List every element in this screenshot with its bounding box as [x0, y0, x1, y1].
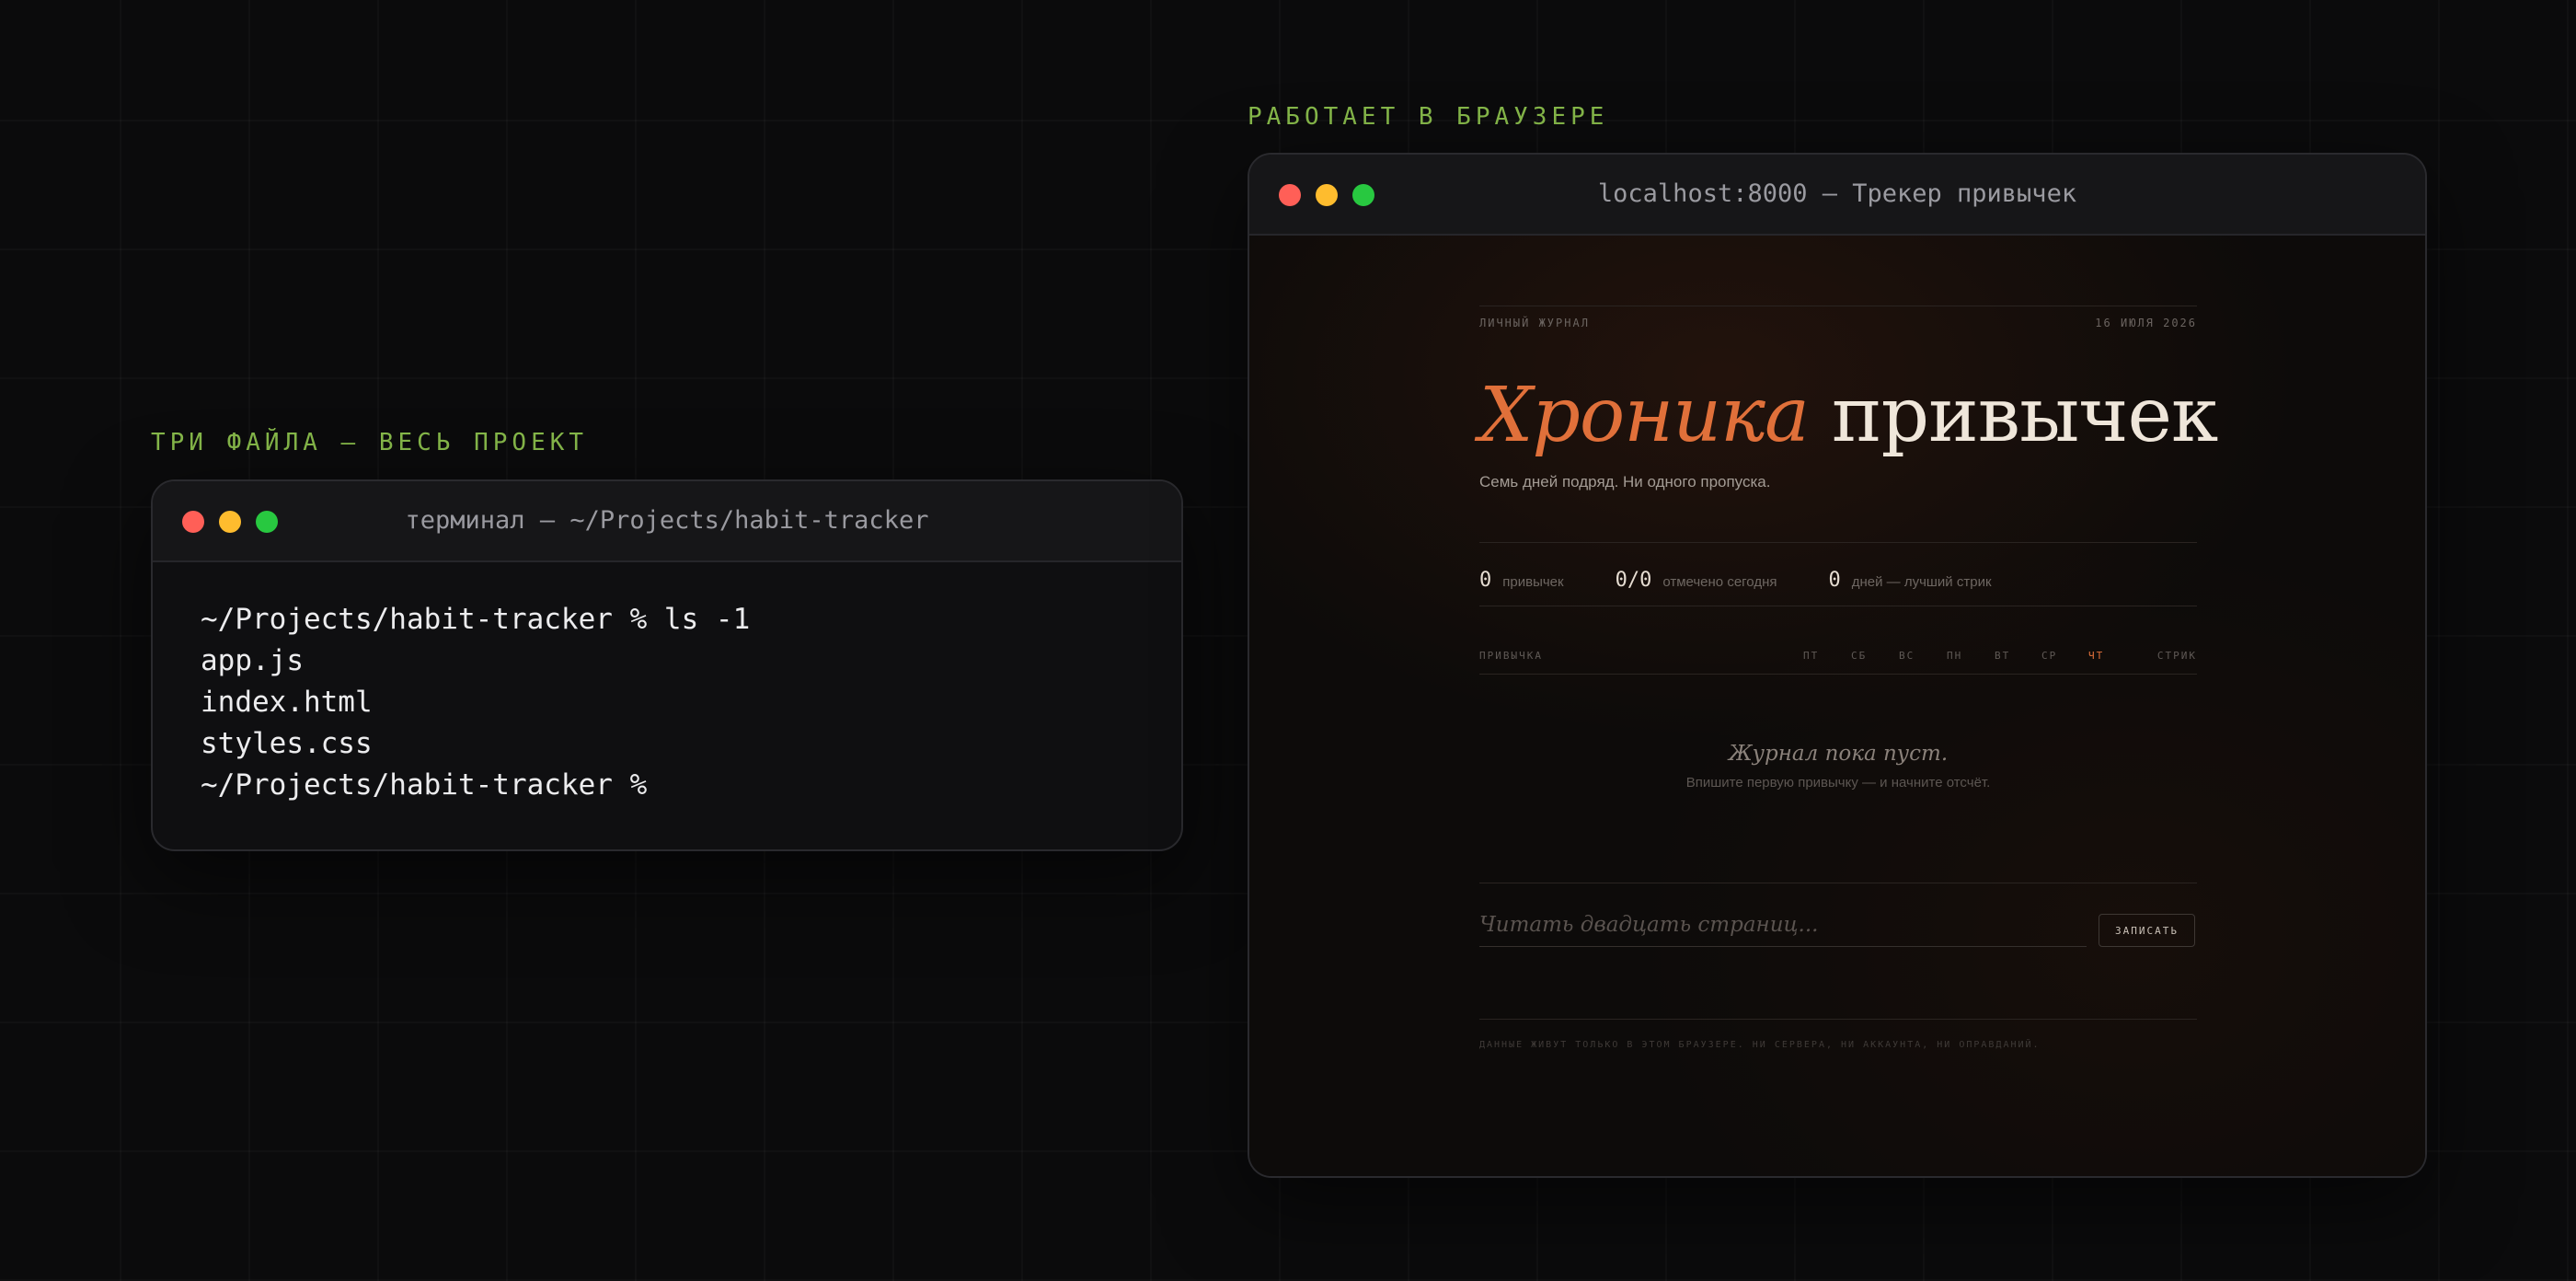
- stat-habits-count: 0 привычек: [1479, 569, 1564, 592]
- terminal-output-line: app.js: [201, 644, 304, 677]
- page-title-rest: привычек: [1832, 372, 2218, 459]
- footer-note: ДАННЫЕ ЖИВУТ ТОЛЬКО В ЭТОМ БРАУЗЕРЕ. НИ …: [1479, 1040, 2041, 1050]
- habit-tracker-page: ЛИЧНЫЙ ЖУРНАЛ 16 ИЮЛЯ 2026 Хроника привы…: [1249, 236, 2425, 1176]
- current-date: 16 ИЮЛЯ 2026: [2095, 317, 2197, 329]
- browser-window: localhost:8000 — Трекер привычек ЛИЧНЫЙ …: [1248, 153, 2427, 1178]
- column-header-day: СБ: [1851, 650, 1868, 662]
- stat-best-streak: 0 дней — лучший стрик: [1828, 569, 1991, 592]
- browser-section-label: РАБОТАЕТ В БРАУЗЕРЕ: [1248, 103, 1609, 131]
- browser-titlebar[interactable]: localhost:8000 — Трекер привычек: [1249, 155, 2425, 236]
- empty-state-subtitle: Впишите первую привычку — и начните отсч…: [1685, 775, 1991, 791]
- empty-state-title: Журнал пока пуст.: [1728, 742, 1949, 766]
- journal-kicker: ЛИЧНЫЙ ЖУРНАЛ: [1479, 317, 1590, 329]
- terminal-section-label: ТРИ ФАЙЛА — ВЕСЬ ПРОЕКТ: [151, 429, 589, 456]
- habit-table-header: ПРИВЫЧКА ПТ СБ ВС ПН ВТ СР ЧТ СТРИК: [1479, 650, 2197, 668]
- stats-top-divider: [1479, 542, 2197, 543]
- column-header-streak: СТРИК: [2156, 650, 2197, 662]
- column-header-today: ЧТ: [2088, 650, 2105, 662]
- terminal-title: терминал — ~/Projects/habit-tracker: [405, 506, 929, 535]
- terminal-prompt-line: ~/Projects/habit-tracker %: [201, 768, 648, 802]
- column-header-day: ВТ: [1995, 650, 2011, 662]
- column-header-day: ВС: [1899, 650, 1915, 662]
- table-header-divider: [1479, 674, 2197, 675]
- terminal-titlebar[interactable]: терминал — ~/Projects/habit-tracker: [153, 481, 1181, 562]
- stat-value: 0: [1828, 569, 1841, 592]
- column-header-day: ПТ: [1803, 650, 1820, 662]
- column-header-day: СР: [2041, 650, 2058, 662]
- stat-value: 0: [1479, 569, 1492, 592]
- column-header-day: ПН: [1947, 650, 1963, 662]
- stat-label: привычек: [1502, 574, 1564, 590]
- stat-label: дней — лучший стрик: [1851, 574, 1992, 590]
- terminal-output-line: index.html: [201, 686, 373, 719]
- column-header-habit: ПРИВЫЧКА: [1479, 650, 1543, 662]
- page-title-accent: Хроника: [1479, 372, 1810, 459]
- footer-divider: [1479, 1019, 2197, 1020]
- stat-value: 0/0: [1615, 569, 1652, 592]
- terminal-output[interactable]: ~/Projects/habit-tracker % ls -1 app.js …: [153, 562, 1181, 843]
- terminal-output-line: styles.css: [201, 727, 373, 760]
- stats-row: 0 привычек 0/0 отмечено сегодня 0 дней —…: [1479, 569, 2043, 592]
- page-subtitle: Семь дней подряд. Ни одного пропуска.: [1479, 473, 1771, 490]
- terminal-window: терминал — ~/Projects/habit-tracker ~/Pr…: [151, 479, 1183, 851]
- new-habit-input[interactable]: [1479, 904, 2087, 947]
- terminal-command-line: ~/Projects/habit-tracker % ls -1: [201, 603, 751, 636]
- stat-checked-today: 0/0 отмечено сегодня: [1616, 569, 1777, 592]
- stat-label: отмечено сегодня: [1662, 574, 1777, 590]
- page-title: Хроника привычек: [1479, 370, 2218, 462]
- add-habit-button[interactable]: ЗАПИСАТЬ: [2099, 914, 2195, 947]
- browser-title: localhost:8000 — Трекер привычек: [1597, 179, 2077, 208]
